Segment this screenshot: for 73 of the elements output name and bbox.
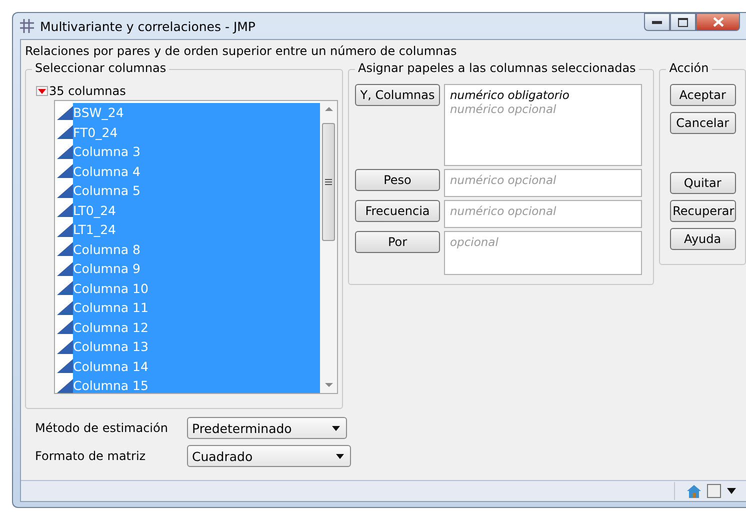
continuous-icon — [57, 106, 73, 120]
role-field[interactable]: numérico opcional — [444, 169, 642, 197]
continuous-icon — [57, 184, 73, 198]
role-button[interactable]: Peso — [355, 169, 440, 191]
continuous-icon — [57, 320, 73, 334]
grip-icon — [325, 179, 332, 185]
role-hint: numérico opcional — [450, 102, 558, 116]
column-item[interactable]: LT1_24 — [73, 220, 320, 240]
role-hint: opcional — [450, 235, 500, 249]
home-icon[interactable] — [687, 484, 701, 498]
action-button[interactable]: Aceptar — [670, 84, 736, 106]
action-button[interactable]: Ayuda — [670, 228, 736, 250]
column-item[interactable]: Columna 11 — [73, 298, 320, 318]
minimize-button[interactable] — [644, 13, 670, 31]
continuous-icon — [57, 262, 73, 276]
dropdown-arrow-icon[interactable] — [727, 488, 736, 494]
column-item[interactable]: LT0_24 — [73, 200, 320, 220]
panel-title: Acción — [666, 61, 712, 75]
column-item[interactable]: Columna 4 — [73, 162, 320, 181]
column-item[interactable]: Columna 12 — [73, 318, 320, 337]
continuous-icon — [57, 164, 73, 178]
column-count: 35 columnas — [49, 84, 126, 98]
column-item[interactable]: Columna 5 — [73, 181, 320, 200]
continuous-icon — [57, 359, 73, 374]
disclosure-icon[interactable] — [36, 86, 48, 96]
continuous-icon — [57, 222, 73, 237]
panel-title: Seleccionar columnas — [32, 61, 170, 75]
maximize-icon — [678, 18, 688, 26]
column-item[interactable]: Columna 8 — [73, 240, 320, 259]
continuous-icon — [57, 378, 73, 393]
maximize-button[interactable] — [670, 13, 696, 31]
role-button[interactable]: Y, Columnas — [355, 84, 440, 106]
continuous-icon — [57, 300, 73, 315]
column-item[interactable]: Columna 15 — [73, 376, 320, 393]
continuous-icon — [57, 144, 73, 159]
window-title: Multivariante y correlaciones - JMP — [40, 18, 256, 34]
role-field[interactable]: numérico obligatorio numérico opcional — [444, 84, 642, 166]
option-dropdown[interactable]: Cuadrado — [187, 445, 351, 467]
role-hint: numérico obligatorio — [450, 88, 570, 102]
role-hint: numérico opcional — [450, 173, 558, 187]
action-button[interactable]: Recuperar — [670, 200, 736, 222]
continuous-icon — [57, 281, 73, 296]
column-item[interactable]: FT0_24 — [73, 122, 320, 142]
column-item[interactable]: BSW_24 — [73, 103, 320, 122]
action-button[interactable]: Cancelar — [670, 112, 736, 134]
role-field[interactable]: opcional — [444, 231, 642, 275]
column-item[interactable]: Columna 9 — [73, 259, 320, 278]
minimize-icon — [652, 20, 662, 24]
column-item[interactable]: Columna 13 — [73, 337, 320, 356]
caret-icon — [336, 454, 344, 458]
caret-icon — [332, 426, 340, 430]
continuous-icon — [57, 203, 73, 218]
role-button[interactable]: Por — [355, 231, 440, 253]
option-label: Formato de matriz — [35, 449, 147, 463]
option-dropdown[interactable]: Predeterminado — [187, 417, 347, 439]
grid-icon — [20, 19, 34, 33]
continuous-icon — [57, 242, 73, 256]
action-button[interactable]: Quitar — [670, 172, 736, 194]
option-label: Método de estimación — [35, 421, 169, 435]
column-item[interactable]: Columna 10 — [73, 278, 320, 298]
role-field[interactable]: numérico opcional — [444, 200, 642, 228]
close-button[interactable] — [696, 13, 740, 31]
role-hint: numérico opcional — [450, 204, 558, 218]
panel-title: Asignar papeles a las columnas seleccionadas — [355, 61, 639, 75]
continuous-icon — [57, 340, 73, 354]
close-icon — [712, 17, 724, 27]
role-button[interactable]: Frecuencia — [355, 200, 440, 222]
window-icon[interactable] — [707, 484, 721, 498]
continuous-icon — [57, 125, 73, 140]
scrollbar[interactable] — [320, 101, 337, 393]
column-item[interactable]: Columna 14 — [73, 356, 320, 376]
description-text: Relaciones por pares y de orden superior entre un número de columnas — [24, 43, 458, 60]
column-item[interactable]: Columna 3 — [73, 142, 320, 162]
